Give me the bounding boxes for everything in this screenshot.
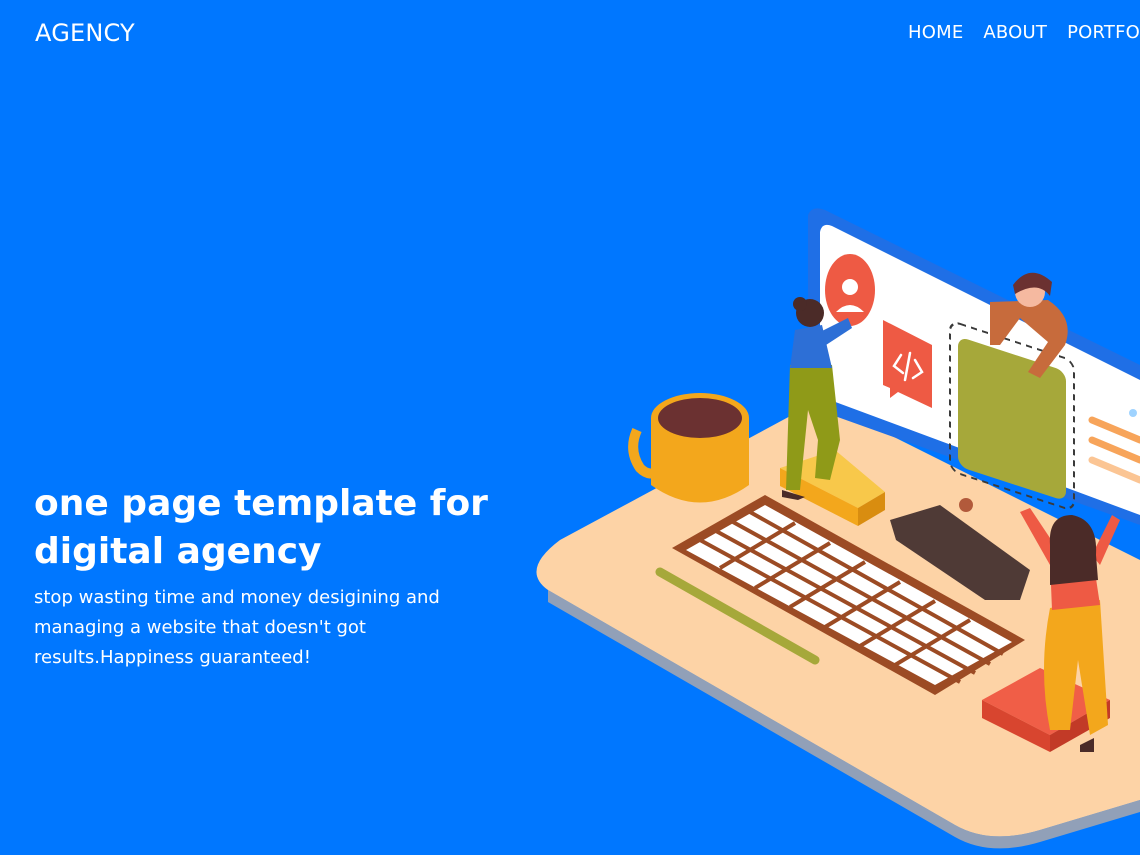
hero-illustration	[536, 208, 1140, 849]
user-avatar-icon	[825, 254, 875, 326]
nav-item-portfolio[interactable]: PORTFOLIO	[1067, 22, 1140, 43]
coffee-mug	[628, 393, 749, 503]
nav-item-home[interactable]: HOME	[908, 22, 963, 43]
hero-subtitle: stop wasting time and money desigining a…	[34, 587, 440, 668]
brand-logo[interactable]: AGENCY	[35, 19, 135, 47]
hero-title: one page template for digital agency	[34, 483, 488, 572]
nav-item-about[interactable]: ABOUT	[983, 22, 1047, 43]
main-nav: HOME ABOUT PORTFOLIO	[908, 22, 1140, 43]
